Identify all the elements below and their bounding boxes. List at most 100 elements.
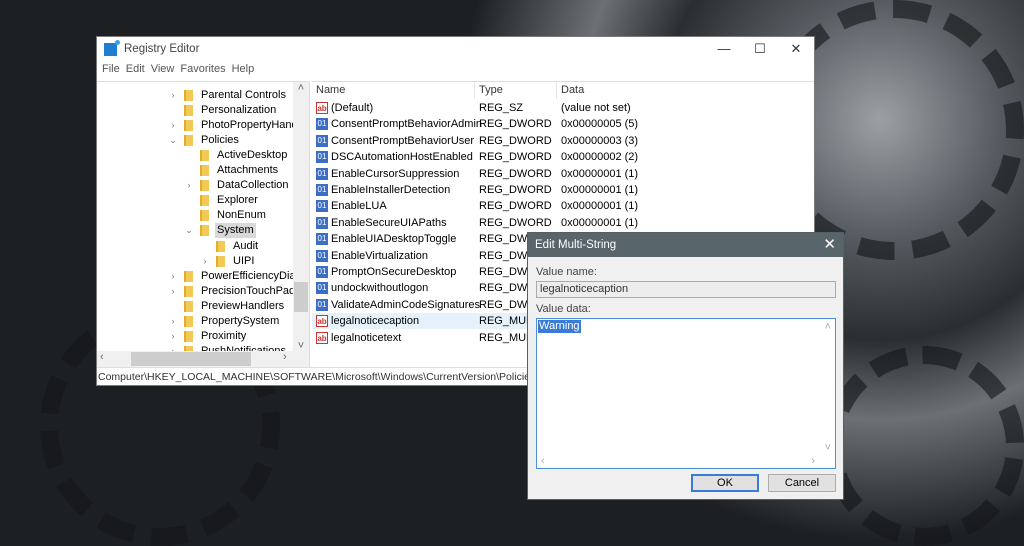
scroll-up-icon[interactable]: ˄ xyxy=(825,321,831,333)
value-type: REG_SZ xyxy=(479,102,524,114)
registry-app-icon xyxy=(104,39,120,56)
expand-chevron-icon[interactable]: ⌄ xyxy=(183,223,195,238)
value-data-textarea[interactable]: Warning ˄ ˅ ‹ › xyxy=(536,318,836,469)
minimize-button[interactable]: — xyxy=(706,37,742,61)
tree-item-audit[interactable]: Audit xyxy=(199,239,260,254)
value-name: (Default) xyxy=(331,102,374,114)
tree-item-datacollection[interactable]: › DataCollection xyxy=(183,178,291,193)
value-data-label: Value data: xyxy=(536,303,591,315)
binary-value-icon: 01 xyxy=(316,216,328,229)
value-data: 0x00000005 (5) xyxy=(561,118,639,131)
scroll-thumb[interactable] xyxy=(131,352,251,366)
tree-item-label: PreviewHandlers xyxy=(201,299,285,312)
tree-vertical-scrollbar[interactable]: ˄ ˅ xyxy=(293,82,309,352)
expand-chevron-icon[interactable]: ⌄ xyxy=(167,133,179,148)
tree-item-label: Attachments xyxy=(217,164,279,177)
value-row[interactable]: ab (Default) REG_SZ (value not set) xyxy=(312,100,814,116)
scroll-down-icon[interactable]: ˅ xyxy=(825,442,831,454)
tree-item-personalization[interactable]: Personalization xyxy=(167,103,278,118)
value-type: REG_DWORD xyxy=(479,118,552,131)
value-row[interactable]: 01 ConsentPromptBehaviorUser REG_DWORD 0x00… xyxy=(312,133,814,149)
window-title: Registry Editor xyxy=(124,43,200,55)
column-header-name[interactable]: Name xyxy=(312,82,475,99)
tree-item-system[interactable]: ⌄ System xyxy=(183,223,256,239)
menu-favorites[interactable]: Favorites xyxy=(179,61,230,79)
tree-item-propertysystem[interactable]: › PropertySystem xyxy=(167,314,281,329)
tree-item-previewhandlers[interactable]: PreviewHandlers xyxy=(167,299,286,314)
value-type: REG_DWORD xyxy=(479,167,552,180)
binary-value-icon: 01 xyxy=(316,266,328,278)
tree-item-label: Proximity xyxy=(201,329,247,342)
value-type: REG_DWORD xyxy=(479,134,552,147)
ok-button[interactable]: OK xyxy=(691,474,759,492)
tree-item-explorer[interactable]: Explorer xyxy=(183,193,260,208)
value-row[interactable]: 01 EnableInstallerDetection REG_DWORD 0x000… xyxy=(312,182,814,198)
value-name: undockwithoutlogon xyxy=(331,282,429,295)
expand-chevron-icon[interactable]: › xyxy=(199,254,211,269)
menu-view[interactable]: View xyxy=(150,61,180,79)
tree-horizontal-scrollbar[interactable]: ‹ › xyxy=(97,351,309,367)
close-button[interactable]: ✕ xyxy=(778,37,814,61)
scroll-right-icon[interactable]: › xyxy=(811,455,815,467)
menu-edit[interactable]: Edit xyxy=(125,61,150,79)
dialog-close-button[interactable]: ✕ xyxy=(823,233,836,257)
maximize-button[interactable]: ☐ xyxy=(742,37,778,61)
value-type: REG_DWORD xyxy=(479,184,552,196)
binary-value-icon: 01 xyxy=(316,282,328,295)
expand-chevron-icon[interactable]: › xyxy=(167,284,179,299)
folder-icon xyxy=(200,150,209,162)
expand-chevron-icon[interactable]: › xyxy=(167,329,179,344)
menu-file[interactable]: File xyxy=(101,61,125,79)
folder-icon xyxy=(200,210,209,222)
value-data: 0x00000003 (3) xyxy=(561,134,639,147)
value-name: EnableCursorSuppression xyxy=(331,167,460,180)
tree-item-attachments[interactable]: Attachments xyxy=(183,163,280,178)
value-name: EnableVirtualization xyxy=(331,249,429,262)
cancel-button[interactable]: Cancel xyxy=(768,474,836,492)
folder-icon xyxy=(200,165,209,177)
value-row[interactable]: 01 EnableCursorSuppression REG_DWORD 0x0000… xyxy=(312,166,814,182)
tree-item-policies[interactable]: ⌄ Policies xyxy=(167,133,241,148)
tree-item-precisiontouchpad[interactable]: › PrecisionTouchPad xyxy=(167,284,297,299)
value-name: EnableUIADesktopToggle xyxy=(331,233,457,246)
key-tree: ›PushNotifications›Proximity›PropertySys… xyxy=(97,81,310,367)
value-data: 0x00000001 (1) xyxy=(561,200,639,213)
value-row[interactable]: 01 EnableLUA REG_DWORD 0x00000001 (1) xyxy=(312,198,814,214)
tree-item-nonenum[interactable]: NonEnum xyxy=(183,208,268,223)
tree-item-parental controls[interactable]: › Parental Controls xyxy=(167,88,288,103)
binary-value-icon: 01 xyxy=(316,118,328,131)
tree-item-activedesktop[interactable]: ActiveDesktop xyxy=(183,148,289,163)
expand-chevron-icon[interactable]: › xyxy=(167,314,179,329)
tree-item-label: NonEnum xyxy=(217,209,266,222)
value-data: 0x00000001 (1) xyxy=(561,216,639,229)
tree-item-photopropertyhandler[interactable]: › PhotoPropertyHandler xyxy=(167,118,309,133)
value-data-text[interactable]: Warning xyxy=(538,320,581,333)
scroll-thumb[interactable] xyxy=(294,282,308,312)
tree-item-uipi[interactable]: › UIPI xyxy=(199,254,256,269)
expand-chevron-icon[interactable]: › xyxy=(167,269,179,284)
folder-icon xyxy=(200,225,209,237)
binary-value-icon: 01 xyxy=(316,151,328,164)
column-header-data[interactable]: Data xyxy=(557,82,807,99)
tree-item-powerefficiencydiagnostics[interactable]: ›PowerEfficiencyDiagnostics xyxy=(167,269,309,284)
binary-value-icon: 01 xyxy=(316,249,328,262)
expand-chevron-icon[interactable]: › xyxy=(167,118,179,133)
value-name-field[interactable]: legalnoticecaption xyxy=(536,281,836,298)
column-header-type[interactable]: Type xyxy=(475,82,557,99)
scroll-right-icon[interactable]: › xyxy=(283,351,287,363)
value-data: 0x00000002 (2) xyxy=(561,151,639,164)
scroll-left-icon[interactable]: ‹ xyxy=(100,351,104,363)
expand-chevron-icon[interactable]: › xyxy=(167,88,179,103)
scroll-up-icon[interactable]: ˄ xyxy=(293,82,309,94)
value-row[interactable]: 01 DSCAutomationHostEnabled REG_DWORD 0x000… xyxy=(312,149,814,165)
tree-item-proximity[interactable]: › Proximity xyxy=(167,329,248,344)
menu-help[interactable]: Help xyxy=(231,61,260,79)
value-row[interactable]: 01 ConsentPromptBehaviorAdmin REG_DWORD 0x0… xyxy=(312,116,814,132)
title-bar: Registry Editor — ☐ ✕ xyxy=(97,37,814,61)
expand-chevron-icon[interactable]: › xyxy=(183,178,195,193)
value-row[interactable]: 01 EnableSecureUIAPaths REG_DWORD 0x0000000… xyxy=(312,215,814,231)
value-name: ConsentPromptBehaviorAdmin xyxy=(331,118,483,131)
tree-item-label: UIPI xyxy=(233,254,255,267)
binary-value-icon: 01 xyxy=(316,134,328,147)
scroll-left-icon[interactable]: ‹ xyxy=(541,455,545,467)
